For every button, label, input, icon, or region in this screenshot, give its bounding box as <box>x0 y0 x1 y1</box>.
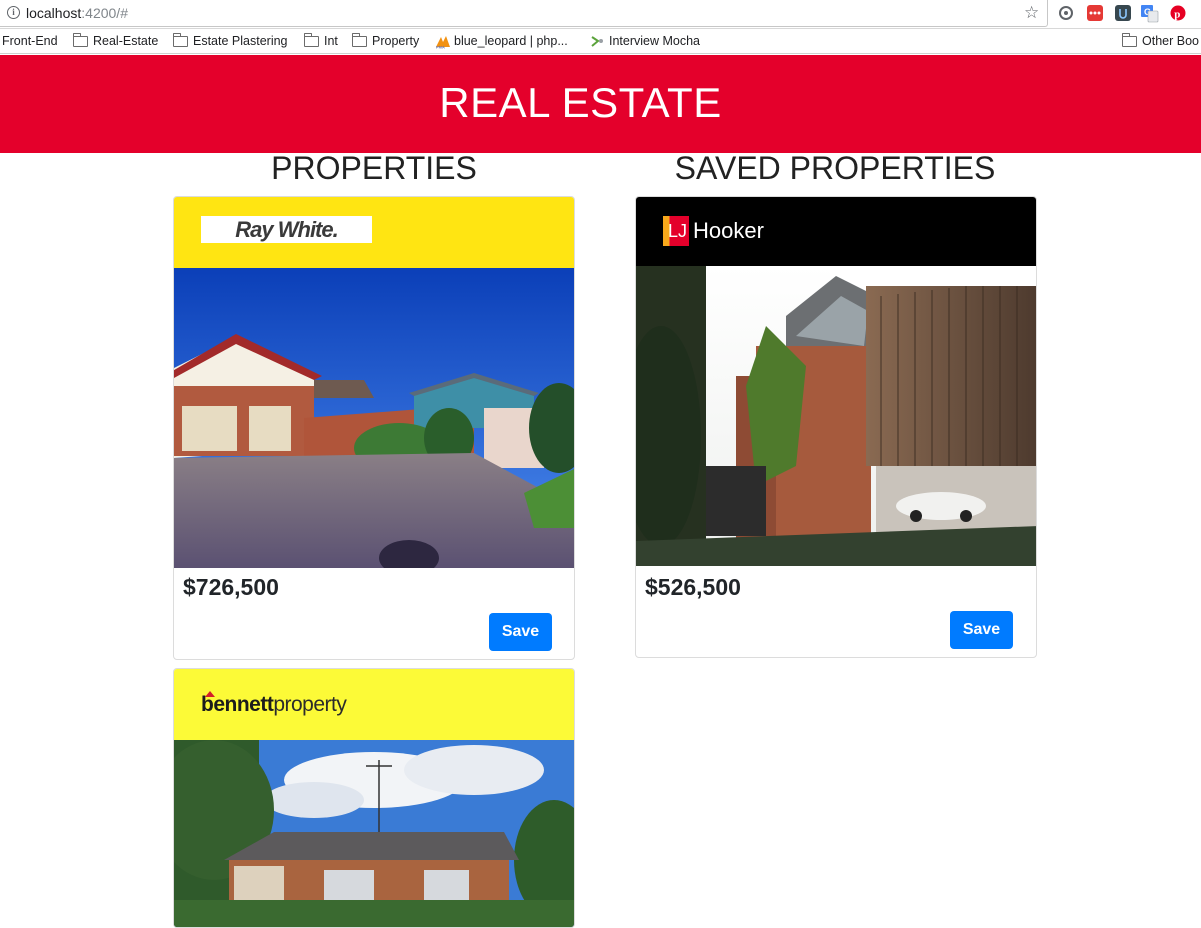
saved-property-card: LJ Hooker $526,500 Save <box>635 196 1037 658</box>
agency-banner: LJ Hooker <box>636 197 1036 266</box>
saved-property-photo <box>636 266 1036 566</box>
bookmark-int[interactable]: Int <box>304 32 338 49</box>
svg-text:PMA: PMA <box>436 44 445 49</box>
bookmark-other[interactable]: Other Boo <box>1122 32 1199 49</box>
folder-icon <box>173 32 188 47</box>
shield-extension-icon[interactable] <box>1115 5 1131 21</box>
bookmark-real-estate[interactable]: Real-Estate <box>73 32 158 49</box>
bookmark-star-icon[interactable]: ☆ <box>1024 3 1039 23</box>
property-card: Ray White. $726,500 Save <box>173 196 575 660</box>
property-card: bennett property <box>173 668 575 928</box>
browser-toolbar: i localhost:4200/# ☆ G p <box>0 0 1201 29</box>
save-button[interactable]: Save <box>489 613 552 651</box>
dots-extension-icon[interactable] <box>1087 5 1103 21</box>
url-text[interactable]: localhost:4200/# <box>26 5 128 21</box>
bookmark-interview-mocha[interactable]: Interview Mocha <box>590 33 700 49</box>
bookmark-property[interactable]: Property <box>352 32 419 49</box>
translate-extension-icon[interactable]: G <box>1141 5 1159 23</box>
sync-extension-icon[interactable] <box>1058 5 1074 21</box>
agency-banner: bennett property <box>174 669 574 740</box>
save-button[interactable]: Save <box>950 611 1013 649</box>
saved-property-price: $526,500 <box>645 574 741 600</box>
phpmyadmin-icon: PMA <box>435 35 450 49</box>
agency-banner: Ray White. <box>174 197 574 268</box>
saved-properties-title: SAVED PROPERTIES <box>674 150 996 186</box>
bennett-property-logo: bennett property <box>201 691 347 716</box>
folder-icon <box>304 32 319 47</box>
lj-hooker-logo: LJ Hooker <box>663 216 778 246</box>
address-bar[interactable]: i localhost:4200/# ☆ <box>0 0 1048 27</box>
folder-icon <box>1122 32 1137 47</box>
bookmark-estate-plastering[interactable]: Estate Plastering <box>173 32 288 49</box>
property-photo <box>174 740 574 927</box>
properties-title: PROPERTIES <box>271 150 477 186</box>
ray-white-logo: Ray White. <box>201 216 372 243</box>
property-price: $726,500 <box>183 574 279 600</box>
app-title: REAL ESTATE <box>439 79 722 126</box>
bookmarks-bar: Front-End Real-Estate Estate Plastering … <box>0 29 1201 54</box>
folder-icon <box>352 32 367 47</box>
svg-text:p: p <box>1174 9 1180 21</box>
property-photo <box>174 268 574 568</box>
info-icon[interactable]: i <box>7 6 20 19</box>
pinterest-extension-icon[interactable]: p <box>1170 5 1186 21</box>
bookmark-front-end[interactable]: Front-End <box>2 33 58 49</box>
mocha-icon <box>590 35 605 48</box>
folder-icon <box>73 32 88 47</box>
bookmark-blue-leopard[interactable]: PMA blue_leopard | php... <box>435 33 568 49</box>
